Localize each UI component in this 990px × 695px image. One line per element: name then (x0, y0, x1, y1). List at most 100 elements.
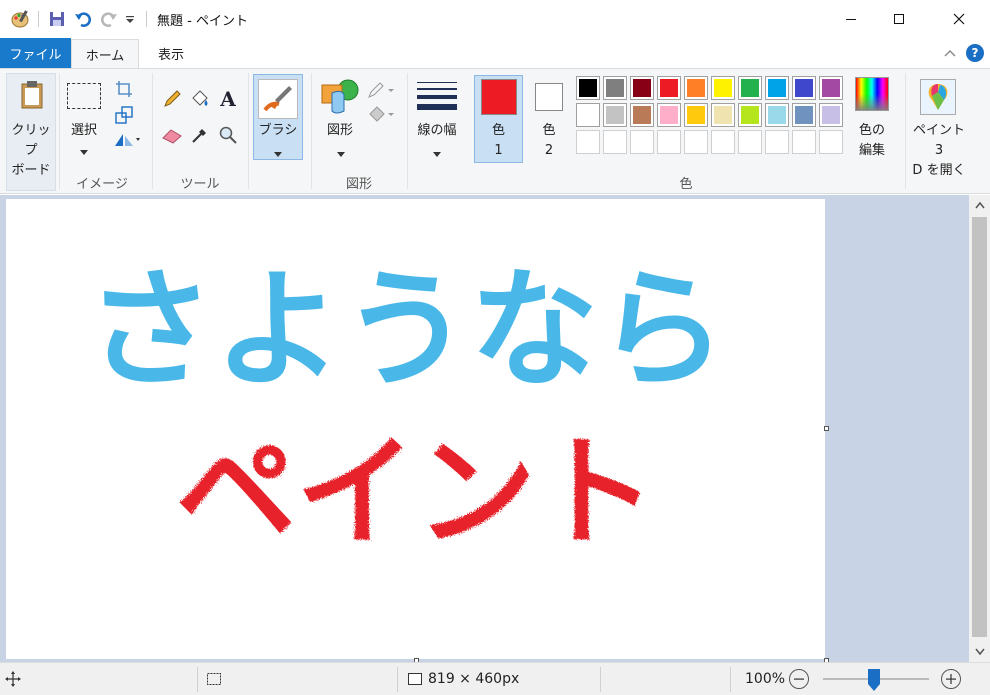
color2-button[interactable]: 色 2 (526, 121, 572, 161)
chevron-down-icon[interactable] (274, 147, 282, 162)
palette-swatch[interactable] (630, 103, 654, 127)
palette-swatch-color (660, 106, 678, 124)
palette-swatch[interactable] (765, 76, 789, 100)
palette-swatch[interactable] (792, 76, 816, 100)
shapes-icon[interactable] (320, 77, 360, 117)
palette-swatch[interactable] (657, 76, 681, 100)
palette-swatch[interactable] (603, 103, 627, 127)
palette-swatch[interactable] (792, 103, 816, 127)
palette-swatch[interactable] (738, 130, 762, 154)
text-tool-icon[interactable]: A (216, 87, 240, 111)
palette-swatch-color (660, 79, 678, 97)
canvas-size-text: 819 × 460px (428, 671, 520, 687)
canvas-text-sayounara: さようなら (86, 256, 726, 405)
palette-swatch[interactable] (684, 103, 708, 127)
color-picker-icon[interactable] (188, 123, 212, 147)
palette-swatch-color (714, 106, 732, 124)
tab-file[interactable]: ファイル (0, 38, 71, 68)
palette-swatch[interactable] (792, 130, 816, 154)
palette-swatch[interactable] (711, 76, 735, 100)
zoom-slider-thumb[interactable] (868, 669, 880, 691)
select-button[interactable]: 選択 (62, 121, 106, 141)
eraser-icon[interactable] (160, 123, 184, 147)
paint-app-icon[interactable] (8, 8, 32, 30)
title-bar: 無題 - ペイント (0, 0, 990, 38)
group-separator (59, 73, 60, 189)
outline-icon[interactable] (366, 79, 396, 103)
chevron-down-icon[interactable] (80, 145, 88, 160)
chevron-down-icon[interactable] (433, 147, 441, 162)
canvas-resize-handle-right[interactable] (824, 426, 829, 431)
magnifier-icon[interactable] (216, 123, 240, 147)
save-icon[interactable] (46, 8, 68, 30)
palette-swatch-color (687, 79, 705, 97)
palette-swatch[interactable] (711, 130, 735, 154)
palette-swatch-color (795, 79, 813, 97)
select-icon[interactable] (67, 83, 101, 109)
palette-swatch[interactable] (738, 76, 762, 100)
palette-swatch[interactable] (819, 76, 843, 100)
palette-swatch[interactable] (657, 130, 681, 154)
chevron-down-icon[interactable] (337, 147, 345, 162)
palette-swatch[interactable] (765, 103, 789, 127)
maximize-button[interactable] (876, 0, 922, 38)
paint3d-icon[interactable] (920, 79, 956, 115)
color2-swatch[interactable] (535, 83, 563, 111)
scroll-up-icon[interactable] (969, 195, 990, 215)
rotate-icon[interactable] (112, 127, 142, 151)
palette-swatch[interactable] (603, 130, 627, 154)
selection-size-icon (205, 671, 223, 691)
palette-swatch[interactable] (657, 103, 681, 127)
palette-swatch[interactable] (684, 76, 708, 100)
minimize-button[interactable] (828, 0, 874, 38)
canvas-text-paint: ペイント (176, 424, 656, 563)
palette-swatch[interactable] (630, 130, 654, 154)
palette-swatch[interactable] (576, 76, 600, 100)
line-width-button[interactable]: 線の幅 (410, 121, 464, 141)
line-width-icon[interactable] (416, 79, 458, 113)
palette-swatch[interactable] (684, 130, 708, 154)
help-icon[interactable]: ? (966, 44, 984, 62)
crop-icon[interactable] (112, 77, 136, 101)
brush-icon[interactable] (258, 79, 298, 119)
palette-swatch[interactable] (603, 76, 627, 100)
fill-bucket-icon[interactable] (188, 87, 212, 111)
palette-swatch[interactable] (711, 103, 735, 127)
undo-icon[interactable] (72, 8, 94, 30)
scroll-down-icon[interactable] (969, 642, 990, 662)
palette-swatch[interactable] (630, 76, 654, 100)
status-separator (600, 667, 601, 692)
palette-swatch-color (741, 106, 759, 124)
colors-group-label: 色 (679, 177, 693, 192)
edit-colors-button[interactable]: 色の 編集 (848, 121, 896, 161)
zoom-in-button[interactable] (941, 669, 961, 689)
clipboard-icon[interactable] (18, 79, 46, 111)
resize-icon[interactable] (112, 103, 136, 127)
tab-home[interactable]: ホーム (71, 39, 139, 69)
scroll-thumb[interactable] (972, 217, 987, 637)
palette-swatch[interactable] (765, 130, 789, 154)
redo-icon[interactable] (98, 8, 120, 30)
palette-swatch[interactable] (576, 103, 600, 127)
status-separator (197, 667, 198, 692)
customize-qat-icon[interactable] (123, 8, 137, 30)
collapse-ribbon-icon[interactable] (943, 46, 957, 64)
drawing-canvas[interactable]: さようなら ペイント (6, 199, 825, 659)
vertical-scrollbar[interactable] (969, 195, 990, 662)
palette-swatch[interactable] (819, 130, 843, 154)
shapes-button[interactable]: 図形 (314, 121, 366, 141)
fill-icon[interactable] (366, 103, 396, 127)
pencil-icon[interactable] (160, 87, 184, 111)
title-separator (146, 11, 147, 27)
palette-swatch[interactable] (819, 103, 843, 127)
close-button[interactable] (936, 0, 982, 38)
canvas-size-icon (406, 671, 424, 691)
edit-colors-icon[interactable] (855, 77, 889, 111)
palette-swatch[interactable] (576, 130, 600, 154)
zoom-out-button[interactable] (789, 669, 809, 689)
tab-view[interactable]: 表示 (139, 38, 203, 68)
palette-swatch[interactable] (738, 103, 762, 127)
palette-swatch-color (714, 79, 732, 97)
clipboard-button[interactable]: クリップ ボード (6, 121, 56, 181)
open-paint3d-button[interactable]: ペイント 3 D を開く (908, 121, 970, 181)
